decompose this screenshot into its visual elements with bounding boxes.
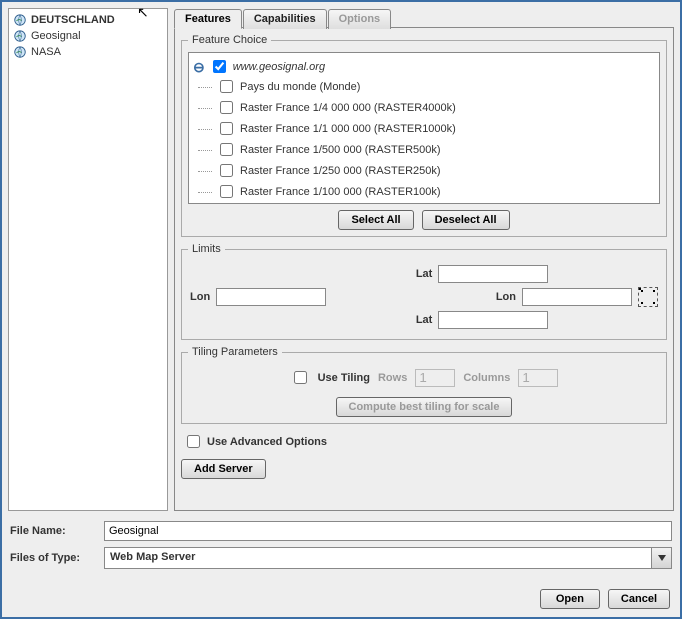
lat-bottom-label: Lat xyxy=(416,314,433,326)
tree-item-label: Raster France 1/500 000 (RASTER500k) xyxy=(240,144,441,156)
files-of-type-label: Files of Type: xyxy=(10,552,100,564)
tab-capabilities[interactable]: Capabilities xyxy=(243,9,327,29)
lat-top-label: Lat xyxy=(416,268,433,280)
globe-icon xyxy=(13,29,27,43)
tree-item[interactable]: Raster France 1/500 000 (RASTER500k) xyxy=(216,139,655,160)
deselect-all-button[interactable]: Deselect All xyxy=(422,210,510,230)
tab-bar: Features Capabilities Options xyxy=(174,8,674,28)
feature-choice-group: Feature Choice ⊖ www.geosignal.org Pays … xyxy=(181,34,667,237)
server-item-geosignal[interactable]: Geosignal xyxy=(11,28,165,44)
rows-input xyxy=(415,369,455,387)
columns-input xyxy=(518,369,558,387)
files-of-type-combo[interactable]: Web Map Server xyxy=(104,547,672,569)
cancel-button[interactable]: Cancel xyxy=(608,589,670,609)
tree-item[interactable]: Raster France 1/4 000 000 (RASTER4000k) xyxy=(216,97,655,118)
file-name-input[interactable] xyxy=(104,521,672,541)
tab-options[interactable]: Options xyxy=(328,9,392,29)
limits-legend: Limits xyxy=(188,243,225,255)
tiling-group: Tiling Parameters Use Tiling Rows Column… xyxy=(181,346,667,424)
lon-left-label: Lon xyxy=(190,291,210,303)
tab-content-features: Feature Choice ⊖ www.geosignal.org Pays … xyxy=(174,27,674,511)
globe-icon xyxy=(13,13,27,27)
compute-tiling-button: Compute best tiling for scale xyxy=(336,397,513,417)
files-of-type-value: Web Map Server xyxy=(105,548,651,568)
server-label: DEUTSCHLAND xyxy=(31,14,115,26)
lon-right-input[interactable] xyxy=(522,288,632,306)
tree-item-checkbox[interactable] xyxy=(220,185,233,198)
lat-top-input[interactable] xyxy=(438,265,548,283)
tree-item[interactable]: Raster France 1/50 000 (RASTER50k) xyxy=(216,202,655,204)
server-item-deutschland[interactable]: DEUTSCHLAND xyxy=(11,12,165,28)
tiling-legend: Tiling Parameters xyxy=(188,346,282,358)
tree-root-checkbox[interactable] xyxy=(213,60,226,73)
advanced-options-row: Use Advanced Options xyxy=(181,430,667,453)
tree-item-label: Raster France 1/100 000 (RASTER100k) xyxy=(240,186,441,198)
server-label: Geosignal xyxy=(31,30,81,42)
lon-left-input[interactable] xyxy=(216,288,326,306)
tree-item[interactable]: Pays du monde (Monde) xyxy=(216,76,655,97)
feature-tree[interactable]: ⊖ www.geosignal.org Pays du monde (Monde… xyxy=(188,52,660,204)
use-tiling-label: Use Tiling xyxy=(318,372,370,384)
tree-expand-icon[interactable]: ⊖ xyxy=(193,60,205,74)
tree-item-label: Raster France 1/250 000 (RASTER250k) xyxy=(240,165,441,177)
feature-choice-legend: Feature Choice xyxy=(188,34,271,46)
advanced-options-checkbox[interactable] xyxy=(187,435,200,448)
lat-bottom-input[interactable] xyxy=(438,311,548,329)
lon-right-label: Lon xyxy=(496,291,516,303)
open-button[interactable]: Open xyxy=(540,589,600,609)
tree-item-label: Pays du monde (Monde) xyxy=(240,81,360,93)
tree-item[interactable]: Raster France 1/100 000 (RASTER100k) xyxy=(216,181,655,202)
tree-item-checkbox[interactable] xyxy=(220,143,233,156)
tree-item[interactable]: Raster France 1/250 000 (RASTER250k) xyxy=(216,160,655,181)
use-tiling-checkbox[interactable] xyxy=(294,371,307,384)
chevron-down-icon[interactable] xyxy=(651,548,671,568)
tree-item[interactable]: Raster France 1/1 000 000 (RASTER1000k) xyxy=(216,118,655,139)
tab-features[interactable]: Features xyxy=(174,9,242,29)
add-server-button[interactable]: Add Server xyxy=(181,459,266,479)
globe-icon xyxy=(13,45,27,59)
tree-root[interactable]: ⊖ www.geosignal.org xyxy=(193,57,655,76)
server-item-nasa[interactable]: NASA xyxy=(11,44,165,60)
tree-item-label: Raster France 1/1 000 000 (RASTER1000k) xyxy=(240,123,456,135)
rows-label: Rows xyxy=(378,372,407,384)
advanced-options-label: Use Advanced Options xyxy=(207,436,327,448)
tree-item-checkbox[interactable] xyxy=(220,122,233,135)
bounds-selector-button[interactable] xyxy=(638,287,658,307)
columns-label: Columns xyxy=(463,372,510,384)
select-all-button[interactable]: Select All xyxy=(338,210,413,230)
server-list[interactable]: DEUTSCHLAND Geosignal NASA xyxy=(8,8,168,511)
tree-root-label: www.geosignal.org xyxy=(233,61,325,73)
tree-item-label: Raster France 1/4 000 000 (RASTER4000k) xyxy=(240,102,456,114)
tree-item-checkbox[interactable] xyxy=(220,164,233,177)
tree-item-checkbox[interactable] xyxy=(220,80,233,93)
file-name-label: File Name: xyxy=(10,525,100,537)
server-label: NASA xyxy=(31,46,61,58)
tree-item-checkbox[interactable] xyxy=(220,101,233,114)
limits-group: Limits Lat Lon Lon xyxy=(181,243,667,340)
